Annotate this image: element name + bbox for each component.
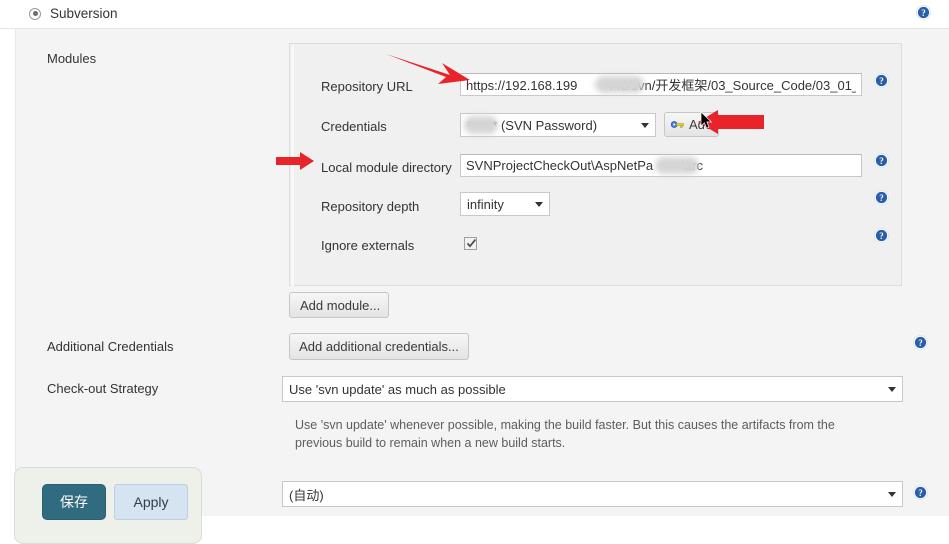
- help-icon-repository-url[interactable]: ?: [874, 73, 889, 88]
- bottom-select[interactable]: (自动): [282, 481, 903, 507]
- credentials-select[interactable]: ****** (SVN Password): [460, 113, 656, 137]
- config-body: Modules Additional Credentials Check-out…: [0, 28, 949, 544]
- ignore-externals-checkbox[interactable]: [464, 237, 477, 250]
- help-icon[interactable]: ?: [916, 5, 931, 20]
- help-icon-ignore-externals[interactable]: ?: [874, 228, 889, 243]
- add-additional-credentials-button[interactable]: Add additional credentials...: [289, 333, 469, 360]
- add-module-label: Add module...: [300, 297, 381, 313]
- svg-text:?: ?: [879, 193, 884, 203]
- help-icon-local-module-directory[interactable]: ?: [874, 153, 889, 168]
- modules-panel: Repository URL Credentials ****** (SVN P…: [289, 43, 902, 286]
- local-module-directory-label: Local module directory: [321, 160, 452, 175]
- panel-accent-line: [291, 45, 294, 286]
- row-label-additional-credentials: Additional Credentials: [47, 339, 174, 354]
- repository-url-input[interactable]: [460, 73, 862, 96]
- repository-depth-label: Repository depth: [321, 199, 420, 214]
- left-rail: [0, 29, 16, 516]
- add-module-button[interactable]: Add module...: [289, 292, 389, 318]
- add-credentials-button[interactable]: Add: [664, 112, 719, 137]
- svg-text:?: ?: [879, 76, 884, 86]
- repository-depth-select[interactable]: infinity: [460, 192, 550, 216]
- scm-option-subversion[interactable]: Subversion: [29, 6, 118, 21]
- svg-text:?: ?: [879, 156, 884, 166]
- checkout-strategy-value: Use 'svn update' as much as possible: [289, 381, 506, 397]
- subversion-radio[interactable]: [29, 7, 41, 20]
- repository-url-label: Repository URL: [321, 79, 413, 94]
- credentials-label: Credentials: [321, 119, 387, 134]
- panel-ghost-text: [107, 492, 110, 506]
- checkout-strategy-select[interactable]: Use 'svn update' as much as possible: [282, 376, 903, 402]
- row-label-checkout-strategy: Check-out Strategy: [47, 381, 159, 396]
- help-icon-bottom-select[interactable]: ?: [913, 485, 928, 500]
- help-icon-additional-credentials[interactable]: ?: [913, 335, 928, 350]
- bottom-select-value: (自动): [289, 487, 324, 503]
- chevron-down-icon: [535, 201, 543, 207]
- svg-text:?: ?: [879, 231, 884, 241]
- scm-selection-row: Subversion ?: [0, 0, 949, 28]
- repository-depth-value: infinity: [467, 196, 504, 212]
- checkout-strategy-description: Use 'svn update' whenever possible, maki…: [295, 418, 835, 450]
- check-icon: [466, 239, 477, 248]
- add-credentials-label: Add: [688, 117, 713, 132]
- svg-text:?: ?: [918, 488, 923, 498]
- credentials-select-value: ****** (SVN Password): [467, 117, 598, 133]
- add-additional-credentials-label: Add additional credentials...: [299, 339, 459, 354]
- chevron-down-icon: [888, 386, 896, 392]
- row-label-modules: Modules: [47, 51, 97, 66]
- svg-text:?: ?: [918, 338, 923, 348]
- ignore-externals-label: Ignore externals: [321, 238, 415, 253]
- subversion-label: Subversion: [50, 6, 118, 21]
- svg-text:?: ?: [921, 8, 926, 18]
- help-icon-repository-depth[interactable]: ?: [874, 190, 889, 205]
- key-icon: [670, 119, 684, 130]
- chevron-down-icon: [888, 491, 896, 497]
- save-apply-panel: 保存 Apply: [14, 467, 202, 544]
- chevron-down-icon: [641, 122, 649, 128]
- local-module-directory-input[interactable]: [460, 154, 862, 177]
